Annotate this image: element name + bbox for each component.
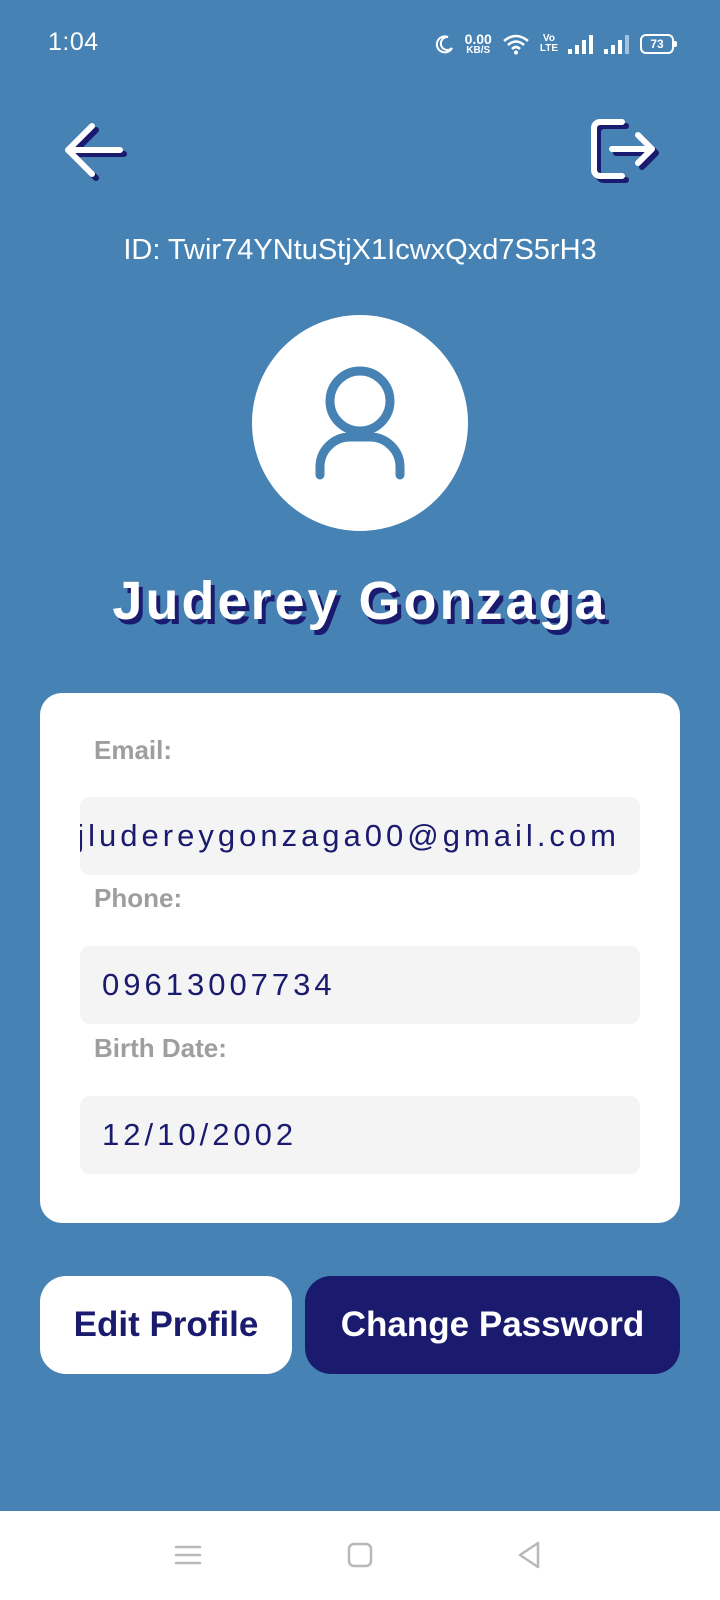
user-name: Juderey Gonzaga xyxy=(112,571,608,631)
back-triangle-icon[interactable] xyxy=(514,1539,546,1571)
change-password-button[interactable]: Change Password xyxy=(305,1276,680,1374)
status-bar: 1:04 0.00 KB/S Vo LTE 73 xyxy=(0,0,720,88)
birth-date-label: Birth Date: xyxy=(94,1033,227,1063)
volte-indicator: Vo LTE xyxy=(540,34,558,54)
back-button[interactable] xyxy=(58,112,138,192)
arrow-left-icon xyxy=(65,123,127,181)
net-speed-indicator: 0.00 KB/S xyxy=(465,32,492,56)
phone-field[interactable]: 09613007734 xyxy=(80,946,640,1024)
avatar xyxy=(252,315,468,531)
signal-icon xyxy=(568,35,593,54)
user-icon xyxy=(315,366,405,480)
email-label: Email: xyxy=(94,735,173,765)
volte-bottom: LTE xyxy=(539,43,558,54)
system-nav-bar xyxy=(0,1511,720,1600)
battery-indicator: 73 xyxy=(640,34,677,54)
logout-button[interactable] xyxy=(584,112,664,192)
birth-date-value: 12/10/2002 xyxy=(102,1117,298,1152)
logout-icon xyxy=(591,119,659,183)
net-speed-unit: KB/S xyxy=(466,45,491,56)
signal-icon xyxy=(604,35,629,54)
status-icons: 0.00 KB/S Vo LTE 73 xyxy=(435,26,677,62)
email-field[interactable]: jludereygonzaga00@gmail.com xyxy=(80,797,640,875)
menu-icon[interactable] xyxy=(172,1539,204,1571)
moon-icon xyxy=(435,35,453,54)
home-square-icon[interactable] xyxy=(344,1539,376,1571)
net-speed-value: 0.00 xyxy=(464,31,492,47)
birth-date-field[interactable]: 12/10/2002 xyxy=(80,1096,640,1174)
profile-details-card: Email: jludereygonzaga00@gmail.com Phone… xyxy=(40,693,680,1223)
phone-label: Phone: xyxy=(94,883,183,913)
status-time: 1:04 xyxy=(48,28,99,56)
wifi-icon xyxy=(503,34,529,55)
phone-value: 09613007734 xyxy=(102,967,336,1002)
edit-profile-button[interactable]: Edit Profile xyxy=(40,1276,292,1374)
user-id: ID: Twir74YNtuStjX1IcwxQxd7S5rH3 xyxy=(123,234,597,266)
email-value: jludereygonzaga00@gmail.com xyxy=(80,818,620,853)
